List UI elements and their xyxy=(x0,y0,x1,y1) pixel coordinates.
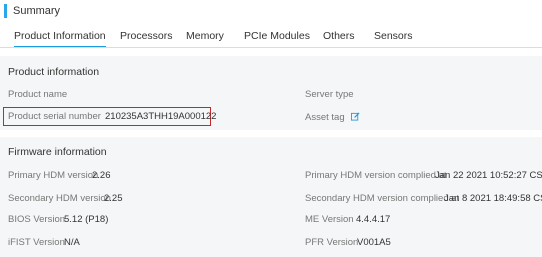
product-info-title: Product information xyxy=(8,66,100,78)
tab-sensors[interactable]: Sensors xyxy=(374,24,413,48)
me-version-value: 4.4.4.17 xyxy=(356,214,391,225)
firmware-info-title: Firmware information xyxy=(8,146,107,158)
tab-bar: Product Information Processors Memory PC… xyxy=(0,24,542,48)
primary-hdm-date-value: Jan 22 2021 10:52:27 CST xyxy=(435,170,542,181)
ifist-version-value: N/A xyxy=(64,237,80,248)
tab-others[interactable]: Others xyxy=(323,24,355,48)
primary-hdm-date-label: Primary HDM version complied at xyxy=(305,170,447,181)
tab-divider xyxy=(0,47,542,48)
pfr-version-value: V001A5 xyxy=(357,237,391,248)
tab-product-information[interactable]: Product Information xyxy=(14,24,106,48)
secondary-hdm-label: Secondary HDM version xyxy=(8,193,111,204)
server-type-label: Server type xyxy=(305,89,354,100)
pfr-version-label: PFR Version xyxy=(305,237,359,248)
ifist-version-label: iFIST Version xyxy=(8,237,65,248)
tab-processors[interactable]: Processors xyxy=(120,24,173,48)
edit-icon[interactable] xyxy=(351,112,360,121)
secondary-hdm-date-label: Secondary HDM version complied at xyxy=(305,193,460,204)
secondary-hdm-date-value: Jan 8 2021 18:49:58 CST xyxy=(444,193,542,204)
tab-pcie-modules[interactable]: PCIe Modules xyxy=(244,24,310,48)
page-title: Summary xyxy=(13,5,61,17)
serial-number-value: 210235A3THH19A000122 xyxy=(105,111,217,122)
secondary-hdm-value: 2.25 xyxy=(104,193,123,204)
me-version-label: ME Version xyxy=(305,214,354,225)
title-accent-bar xyxy=(4,4,7,18)
page-header: Summary xyxy=(4,4,60,18)
primary-hdm-value: 2.26 xyxy=(92,170,111,181)
primary-hdm-label: Primary HDM version xyxy=(8,170,99,181)
asset-tag-label: Asset tag xyxy=(305,112,345,123)
tab-memory[interactable]: Memory xyxy=(186,24,224,48)
product-name-label: Product name xyxy=(8,89,68,100)
bios-version-label: BIOS Version xyxy=(8,214,66,225)
serial-number-label: Product serial number xyxy=(8,111,101,122)
bios-version-value: 5.12 (P18) xyxy=(64,214,109,225)
